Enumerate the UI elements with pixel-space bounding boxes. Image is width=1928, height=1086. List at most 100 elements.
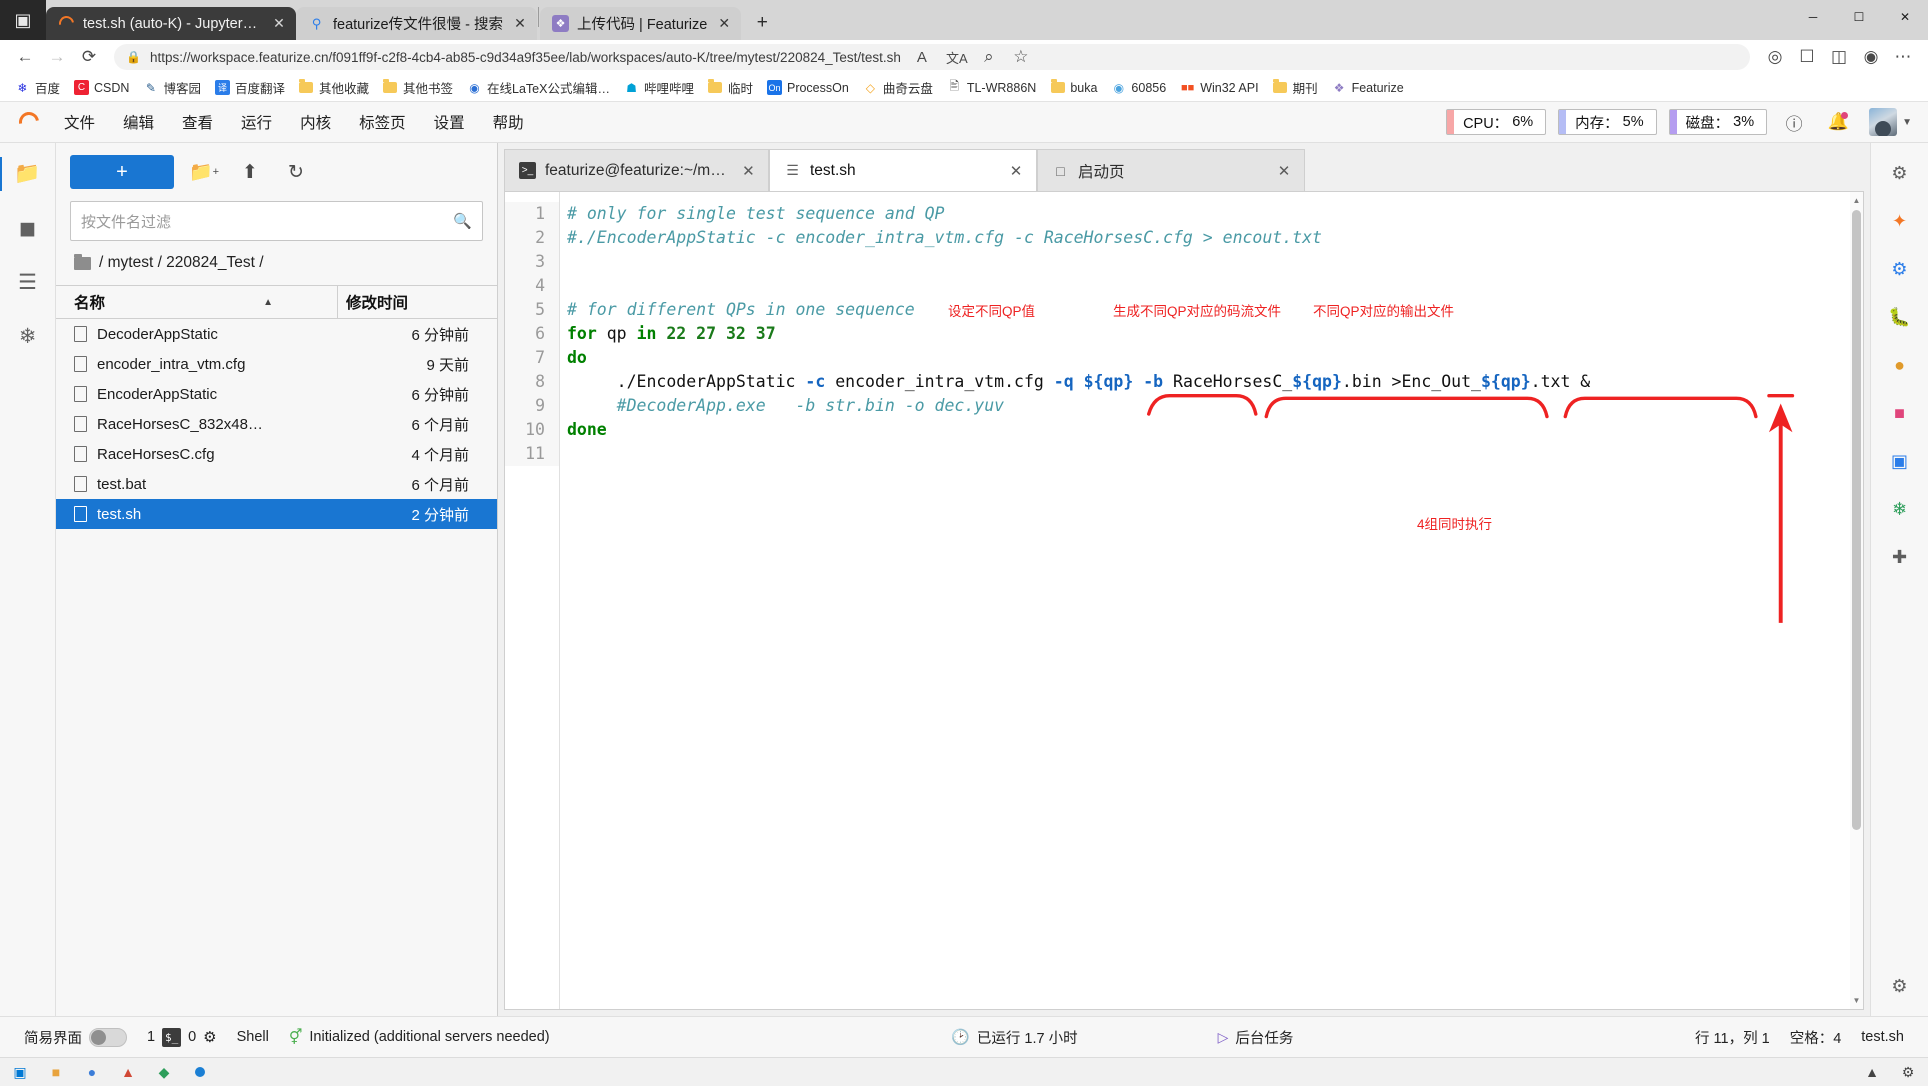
code-text[interactable]: #DecoderApp.exe -b str.bin -o dec.yuv (559, 394, 1004, 418)
browser-tab-2[interactable]: ⚲ featurize传文件很慢 - 搜索 ✕ (296, 7, 537, 40)
tab-search-button[interactable]: ▣ (0, 0, 46, 40)
file-list-item[interactable]: RaceHorsesC.cfg 4 个月前 (56, 439, 497, 469)
bookmark-item[interactable]: 其他收藏 (292, 75, 376, 100)
bookmark-item[interactable]: 其他书签 (376, 75, 460, 100)
column-header-name[interactable]: 名称 ▲ (56, 291, 337, 313)
taskbar-app-icon[interactable]: ■ (46, 1062, 66, 1082)
bookmark-item[interactable]: ◉ 60856 (1104, 77, 1173, 98)
plus-icon[interactable]: ✚ (1884, 541, 1916, 573)
user-avatar[interactable] (1869, 108, 1898, 136)
scrollbar-thumb[interactable] (1852, 210, 1861, 830)
start-icon[interactable]: ▣ (10, 1062, 30, 1082)
leaf-icon[interactable]: ❄ (1884, 493, 1916, 525)
taskbar-app-icon[interactable]: ● (82, 1062, 102, 1082)
browser-essentials-icon[interactable]: ◎ (1760, 42, 1790, 72)
simple-interface-toggle[interactable]: 简易界面 (14, 1027, 137, 1048)
bookmark-item[interactable]: 期刊 (1266, 75, 1325, 100)
taskbar-app-icon[interactable] (190, 1062, 210, 1082)
back-icon[interactable]: ← (10, 42, 40, 72)
property-inspector-icon[interactable]: ⚙ (1884, 157, 1916, 189)
code-text[interactable]: # only for single test sequence and QP (559, 202, 945, 226)
reload-icon[interactable]: ⟳ (74, 42, 104, 72)
bookmark-item[interactable]: ❖ Featurize (1325, 77, 1411, 98)
bookmark-item[interactable]: 临时 (701, 75, 760, 100)
bookmark-item[interactable]: ■■ Win32 API (1173, 77, 1265, 98)
file-list-item[interactable]: encoder_intra_vtm.cfg 9 天前 (56, 349, 497, 379)
code-text[interactable]: #./EncoderAppStatic -c encoder_intra_vtm… (559, 226, 1322, 250)
extensions-icon[interactable]: ■ (1884, 397, 1916, 429)
shell-indicator[interactable]: Shell (227, 1029, 279, 1045)
column-header-modified[interactable]: 修改时间 (337, 286, 497, 318)
maximize-button[interactable]: ☐ (1836, 0, 1882, 33)
bookmark-item[interactable]: ◇ 曲奇云盘 (856, 75, 940, 100)
upload-icon[interactable]: ⬆ (234, 156, 266, 188)
file-list-item[interactable]: RaceHorsesC_832x48… 6 个月前 (56, 409, 497, 439)
browser-tab-1[interactable]: test.sh (auto-K) - JupyterLab ✕ (46, 7, 296, 40)
collections-icon[interactable]: ☐ (1792, 42, 1822, 72)
settings-gear-icon[interactable]: ⚙ (1884, 970, 1916, 1002)
file-list-item[interactable]: DecoderAppStatic 6 分钟前 (56, 319, 497, 349)
debugger-icon[interactable]: ⚙ (1884, 253, 1916, 285)
dock-tab-editor[interactable]: ☰ test.sh ✕ (769, 149, 1037, 191)
forward-icon[interactable]: → (42, 42, 72, 72)
editor-scrollbar[interactable]: ▲ ▼ (1850, 192, 1863, 1009)
browser-tab-3[interactable]: ❖ 上传代码 | Featurize ✕ (540, 7, 742, 40)
file-browser-icon[interactable]: 📁 (11, 157, 45, 191)
code-text[interactable]: done (559, 418, 607, 442)
system-tray-icon[interactable]: ▲ (1862, 1062, 1882, 1082)
close-icon[interactable]: ✕ (1274, 161, 1294, 181)
code-text[interactable]: # for different QPs in one sequence (559, 298, 915, 322)
zoom-icon[interactable]: ⌕ (974, 42, 1004, 72)
bookmark-item[interactable]: ◉ 在线LaTeX公式编辑… (460, 75, 617, 100)
bookmark-item[interactable]: ✎ 博客园 (136, 75, 208, 100)
settings-tray-icon[interactable]: ⚙ (1898, 1062, 1918, 1082)
toggle-switch[interactable] (89, 1027, 127, 1047)
bookmark-item[interactable]: buka (1043, 77, 1104, 98)
running-terminals-icon[interactable]: ◼ (11, 211, 45, 245)
code-text[interactable]: for qp in 22 27 32 37 (559, 322, 776, 346)
dock-tab-launcher[interactable]: □ 启动页 ✕ (1037, 149, 1305, 191)
cursor-position[interactable]: 行 11，列 1 (1685, 1027, 1780, 1048)
bookmark-item[interactable]: 译百度翻译 (208, 75, 292, 100)
breadcrumb[interactable]: / mytest / 220824_Test / (56, 241, 497, 285)
close-icon[interactable]: ✕ (511, 15, 529, 33)
code-editor[interactable]: 1 # only for single test sequence and QP 2… (504, 191, 1864, 1010)
file-filter-input[interactable]: 按文件名过滤 🔍 (70, 201, 483, 241)
code-text[interactable] (559, 250, 567, 274)
menu-tabs[interactable]: 标签页 (345, 104, 420, 140)
search-icon[interactable]: 🔍 (453, 212, 472, 230)
menu-view[interactable]: 查看 (168, 104, 227, 140)
bookmark-item[interactable]: On ProcessOn (760, 77, 856, 98)
scroll-up-icon[interactable]: ▲ (1850, 194, 1863, 207)
close-icon[interactable]: ✕ (270, 15, 288, 33)
table-of-contents-icon[interactable]: ☰ (11, 265, 45, 299)
bookmark-item[interactable]: ❄ 百度 (8, 75, 67, 100)
chevron-down-icon[interactable]: ▼ (1902, 117, 1912, 128)
box-icon[interactable]: ▣ (1884, 445, 1916, 477)
bookmark-item[interactable]: ☗ 哔哩哔哩 (617, 75, 701, 100)
translate-icon[interactable]: 文A (942, 42, 972, 72)
new-launcher-button[interactable]: + (70, 155, 174, 189)
close-icon[interactable]: ✕ (715, 15, 733, 33)
address-bar[interactable]: 🔒 https://workspace.featurize.cn/f091ff9… (114, 44, 1750, 70)
new-tab-button[interactable]: + (747, 8, 777, 38)
taskbar-app-icon[interactable]: ▲ (118, 1062, 138, 1082)
scroll-down-icon[interactable]: ▼ (1850, 994, 1863, 1007)
close-icon[interactable]: ✕ (739, 161, 758, 181)
file-list-item[interactable]: EncoderAppStatic 6 分钟前 (56, 379, 497, 409)
code-text[interactable]: do (559, 346, 587, 370)
taskbar-app-icon[interactable]: ◆ (154, 1062, 174, 1082)
code-text[interactable]: ./EncoderAppStatic -c encoder_intra_vtm.… (559, 370, 1591, 394)
menu-help[interactable]: 帮助 (479, 104, 538, 140)
menu-edit[interactable]: 编辑 (109, 104, 168, 140)
refresh-icon[interactable]: ↻ (280, 156, 312, 188)
bookmark-item[interactable]: C CSDN (67, 77, 136, 98)
window-close-button[interactable]: ✕ (1882, 0, 1928, 33)
palette-icon[interactable]: ● (1884, 349, 1916, 381)
read-aloud-icon[interactable]: A (910, 42, 940, 72)
background-tasks-indicator[interactable]: ▷ 后台任务 (1208, 1027, 1304, 1048)
extension-manager-icon[interactable]: ❄ (11, 319, 45, 353)
close-icon[interactable]: ✕ (1006, 161, 1026, 181)
server-status[interactable]: ⚥ Initialized (additional servers needed… (279, 1028, 560, 1046)
menu-run[interactable]: 运行 (227, 104, 286, 140)
